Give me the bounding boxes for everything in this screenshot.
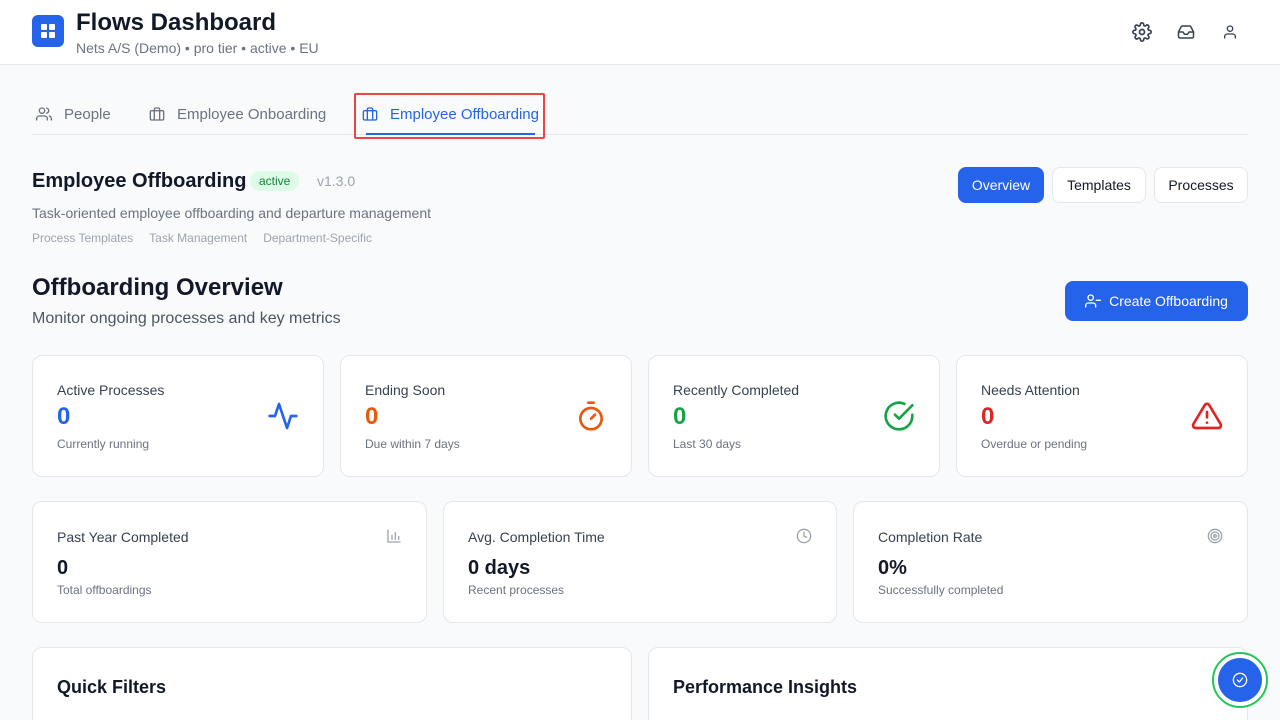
timer-icon bbox=[579, 401, 603, 431]
tab-label: Employee Onboarding bbox=[177, 105, 327, 123]
grid-icon bbox=[41, 24, 55, 38]
module-tag: Process Templates bbox=[32, 231, 134, 245]
stat-value: 0 bbox=[365, 403, 379, 430]
metric-value: 0 days bbox=[468, 557, 531, 579]
overview-subtitle: Monitor ongoing processes and key metric… bbox=[32, 310, 341, 327]
briefcase-icon bbox=[149, 107, 165, 121]
metric-value: 0% bbox=[878, 557, 907, 579]
app-title: Flows Dashboard bbox=[76, 9, 277, 36]
metric-card-avg-completion-time: Avg. Completion Time 0 days Recent proce… bbox=[443, 501, 837, 623]
clock-icon bbox=[796, 528, 812, 544]
floating-action-button[interactable] bbox=[1212, 652, 1268, 708]
panel-title: Performance Insights bbox=[673, 677, 858, 697]
tab-people[interactable]: People bbox=[36, 92, 111, 136]
overview-button[interactable]: Overview bbox=[958, 167, 1044, 203]
top-bar: Flows Dashboard Nets A/S (Demo) • pro ti… bbox=[0, 0, 1280, 65]
selection-highlight bbox=[354, 93, 545, 139]
create-offboarding-label: Create Offboarding bbox=[1109, 293, 1228, 309]
stat-label: Needs Attention bbox=[981, 382, 1080, 398]
create-offboarding-button[interactable]: Create Offboarding bbox=[1065, 281, 1248, 321]
templates-button[interactable]: Templates bbox=[1052, 167, 1146, 203]
overview-title: Offboarding Overview bbox=[32, 274, 283, 301]
metric-label: Completion Rate bbox=[878, 529, 983, 545]
check-circle-icon bbox=[884, 401, 914, 431]
status-badge: active bbox=[250, 171, 300, 191]
module-title: Employee Offboarding bbox=[32, 170, 247, 192]
stat-subtext: Due within 7 days bbox=[365, 437, 460, 451]
fab-inner bbox=[1218, 658, 1262, 702]
user-plus-icon bbox=[1085, 294, 1102, 308]
activity-icon bbox=[268, 402, 298, 430]
check-circle-icon bbox=[1232, 672, 1248, 688]
panel-title: Quick Filters bbox=[57, 677, 167, 697]
metric-label: Past Year Completed bbox=[57, 529, 189, 545]
metric-card-completion-rate: Completion Rate 0% Successfully complete… bbox=[853, 501, 1248, 623]
app-subtitle: Nets A/S (Demo) • pro tier • active • EU bbox=[76, 40, 319, 56]
stat-subtext: Last 30 days bbox=[673, 437, 742, 451]
module-tags: Process Templates Task Management Depart… bbox=[32, 231, 372, 245]
stat-card-ending-soon: Ending Soon 0 Due within 7 days bbox=[340, 355, 632, 477]
metric-card-past-year-completed: Past Year Completed 0 Total offboardings bbox=[32, 501, 427, 623]
stat-value: 0 bbox=[673, 403, 687, 430]
users-icon bbox=[36, 107, 52, 121]
stat-subtext: Currently running bbox=[57, 437, 150, 451]
user-icon[interactable] bbox=[1218, 20, 1242, 44]
metric-subtext: Recent processes bbox=[468, 583, 565, 597]
settings-icon[interactable] bbox=[1130, 20, 1154, 44]
stat-card-needs-attention: Needs Attention 0 Overdue or pending bbox=[956, 355, 1248, 477]
module-tag: Department-Specific bbox=[263, 231, 372, 245]
stat-label: Ending Soon bbox=[365, 382, 446, 398]
alert-triangle-icon bbox=[1191, 402, 1223, 430]
stat-label: Active Processes bbox=[57, 382, 165, 398]
quick-filters-panel: Quick Filters bbox=[32, 647, 632, 720]
stat-value: 0 bbox=[981, 403, 995, 430]
module-tabs: People Employee Onboarding Employee Offb… bbox=[32, 92, 1248, 135]
module-description: Task-oriented employee offboarding and d… bbox=[32, 205, 431, 221]
metric-subtext: Total offboardings bbox=[57, 583, 152, 597]
tab-employee-onboarding[interactable]: Employee Onboarding bbox=[149, 92, 326, 136]
stat-card-recently-completed: Recently Completed 0 Last 30 days bbox=[648, 355, 940, 477]
stat-label: Recently Completed bbox=[673, 382, 800, 398]
stat-subtext: Overdue or pending bbox=[981, 437, 1088, 451]
metric-value: 0 bbox=[57, 557, 69, 579]
bar-chart-icon bbox=[387, 529, 401, 543]
stat-card-active-processes: Active Processes 0 Currently running bbox=[32, 355, 324, 477]
tab-label: People bbox=[64, 105, 111, 123]
processes-button[interactable]: Processes bbox=[1154, 167, 1248, 203]
version-label: v1.3.0 bbox=[317, 173, 356, 189]
metric-subtext: Successfully completed bbox=[878, 583, 1004, 597]
target-icon bbox=[1207, 528, 1223, 544]
app-logo bbox=[32, 15, 64, 47]
metric-label: Avg. Completion Time bbox=[468, 529, 605, 545]
module-tag: Task Management bbox=[149, 231, 248, 245]
performance-insights-panel: Performance Insights bbox=[648, 647, 1248, 720]
stat-value: 0 bbox=[57, 403, 71, 430]
inbox-icon[interactable] bbox=[1174, 20, 1198, 44]
